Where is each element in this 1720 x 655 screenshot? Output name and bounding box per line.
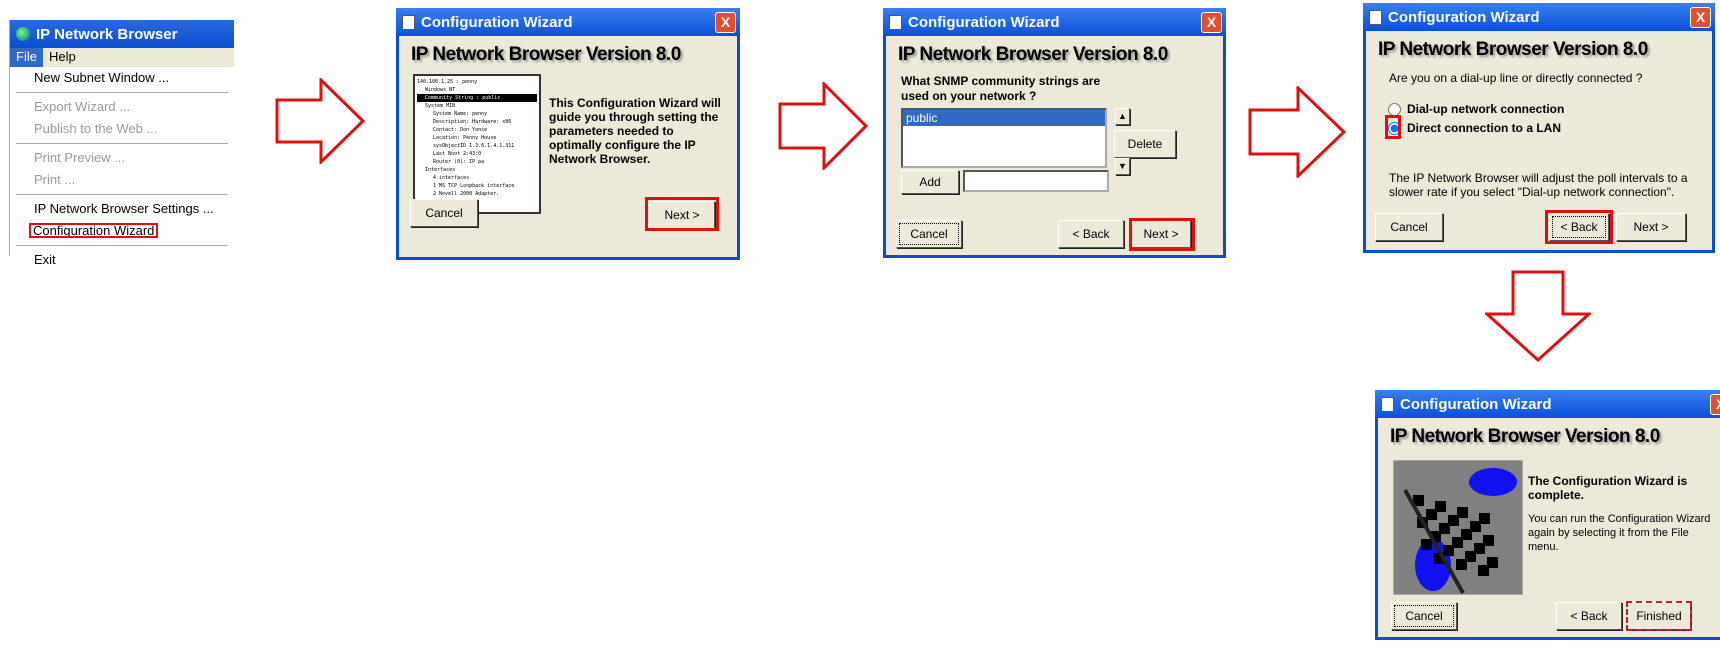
tree-node: System Name: penny <box>433 111 488 117</box>
tree-node: System MIB <box>425 103 456 109</box>
menu-item-settings[interactable]: IP Network Browser Settings ... <box>10 198 234 220</box>
close-button[interactable]: X <box>715 11 736 33</box>
delete-button[interactable]: Delete <box>1114 130 1176 158</box>
arrow-down-icon <box>1485 270 1591 362</box>
dialog-titlebar: Configuration Wizard X <box>1363 3 1715 31</box>
tree-node: sysObjectID 1.3.6.1.4.1.311 <box>433 143 515 149</box>
tree-node: Description: Hardware: x86 <box>433 119 512 125</box>
tree-node: 1 MS TCP Loopback interface <box>433 183 515 189</box>
highlight-box <box>1385 115 1401 139</box>
wizard-icon <box>1381 396 1394 412</box>
dialog-title: Configuration Wizard <box>1400 395 1552 413</box>
dialog-titlebar: Configuration Wizard X <box>883 8 1226 36</box>
dialog-titlebar: Configuration Wizard X <box>396 8 740 36</box>
menubar: File Help <box>10 48 234 67</box>
tree-node: Community String : public <box>417 94 537 102</box>
radio-label: Direct connection to a LAN <box>1407 121 1562 135</box>
list-item[interactable]: public <box>903 110 1105 126</box>
next-button[interactable]: Next > <box>1616 213 1686 241</box>
radio-direct-lan[interactable]: Direct connection to a LAN <box>1388 121 1561 135</box>
separator <box>16 92 228 93</box>
tree-node: Location: Penny House <box>433 135 497 141</box>
menu-item-exit[interactable]: Exit <box>10 249 234 271</box>
version-title: IP Network Browser Version 8.0 <box>1378 39 1648 60</box>
wizard-icon <box>889 14 902 30</box>
dialog-title: Configuration Wizard <box>1388 8 1540 26</box>
config-wizard-label: Configuration Wizard <box>29 223 159 238</box>
menu-item-export: Export Wizard ... <box>34 99 131 114</box>
back-button[interactable]: < Back <box>1556 602 1622 630</box>
radio-dialup-input[interactable] <box>1388 102 1401 116</box>
flag-check <box>1478 565 1489 576</box>
cancel-button[interactable]: Cancel <box>1391 602 1457 630</box>
arrow-right-icon <box>778 82 868 170</box>
menu-item-print: Print ... <box>34 172 76 187</box>
tree-node: Contact: Don Yonce <box>433 127 488 133</box>
close-button[interactable]: X <box>1710 393 1720 415</box>
app-title: IP Network Browser <box>36 25 178 43</box>
tree-illustration: 140.100.1.25 : penny Windows NT Community … <box>413 74 541 214</box>
wizard-connection-dialog: Configuration Wizard X IP Network Browser… <box>1363 3 1715 253</box>
community-string-input[interactable] <box>963 170 1109 192</box>
wizard-complete-dialog: Configuration Wizard X IP Network Browser… <box>1375 390 1720 640</box>
wizard-icon <box>1369 9 1382 25</box>
flag-check <box>1456 559 1467 570</box>
menu-item-config-wizard[interactable]: Configuration Wizard <box>10 220 234 242</box>
file-menu: IP Network Browser File Help New Subnet W… <box>9 20 234 267</box>
cancel-button[interactable]: Cancel <box>410 199 478 227</box>
dialog-titlebar: Configuration Wizard X <box>1375 390 1720 418</box>
arrow-right-icon <box>1248 86 1346 178</box>
welcome-text: This Configuration Wizard will guide you… <box>549 96 721 166</box>
dialog-title: Configuration Wizard <box>421 13 573 31</box>
cancel-button[interactable]: Cancel <box>896 220 962 248</box>
close-button[interactable]: X <box>1690 6 1711 28</box>
version-title: IP Network Browser Version 8.0 <box>898 44 1168 65</box>
dialog-title: Configuration Wizard <box>908 13 1060 31</box>
finished-button[interactable]: Finished <box>1626 601 1692 631</box>
radio-label: Dial-up network connection <box>1407 102 1565 116</box>
menu-file[interactable]: File <box>10 48 43 67</box>
highlight-box <box>645 197 719 231</box>
complete-heading: The Configuration Wizard is complete. <box>1528 474 1688 502</box>
checkered-flag-image <box>1393 460 1523 595</box>
move-up-button[interactable]: ▲ <box>1115 108 1130 125</box>
globe-icon <box>16 27 30 41</box>
menu-help[interactable]: Help <box>43 48 82 67</box>
tree-node: 140.100.1.25 : penny <box>417 79 478 85</box>
version-title: IP Network Browser Version 8.0 <box>411 44 681 65</box>
highlight-box <box>1545 210 1613 244</box>
tree-node: Router (0): IP pa <box>433 159 485 165</box>
arrow-right-icon <box>275 78 365 164</box>
menu-item-publish: Publish to the Web ... <box>34 121 158 136</box>
tree-node: Interfaces <box>425 167 456 173</box>
menu-item-new-subnet[interactable]: New Subnet Window ... <box>10 67 234 89</box>
version-title: IP Network Browser Version 8.0 <box>1390 426 1660 447</box>
radio-dialup[interactable]: Dial-up network connection <box>1388 102 1564 116</box>
separator <box>16 194 228 195</box>
separator <box>16 143 228 144</box>
connection-question: Are you on a dial-up line or directly co… <box>1389 71 1643 85</box>
wizard-welcome-dialog: Configuration Wizard X IP Network Browser… <box>396 8 740 260</box>
separator <box>16 245 228 246</box>
complete-text: You can run the Configuration Wizard aga… <box>1528 513 1711 553</box>
close-button[interactable]: X <box>1201 11 1222 33</box>
menu-item-print-preview: Print Preview ... <box>34 150 126 165</box>
cancel-button[interactable]: Cancel <box>1375 213 1443 241</box>
tree-node: 4 interfaces <box>433 175 470 181</box>
wizard-icon <box>402 14 415 30</box>
snmp-question: What SNMP community strings are used on … <box>901 74 1101 103</box>
flag-check <box>1421 539 1432 550</box>
tree-node: Last Boot 2:43:0 <box>433 151 482 157</box>
highlight-box <box>1129 218 1195 251</box>
wizard-snmp-dialog: Configuration Wizard X IP Network Browser… <box>883 8 1226 258</box>
tree-node: 2 Novell 2000 Adapter. <box>433 191 500 197</box>
back-button[interactable]: < Back <box>1058 220 1124 248</box>
community-list[interactable]: public <box>901 108 1107 168</box>
move-down-button[interactable]: ▼ <box>1115 158 1130 175</box>
add-button[interactable]: Add <box>901 170 959 194</box>
app-titlebar: IP Network Browser <box>10 20 234 48</box>
tree-node: Windows NT <box>425 87 456 93</box>
poll-note: The IP Network Browser will adjust the p… <box>1389 171 1688 199</box>
